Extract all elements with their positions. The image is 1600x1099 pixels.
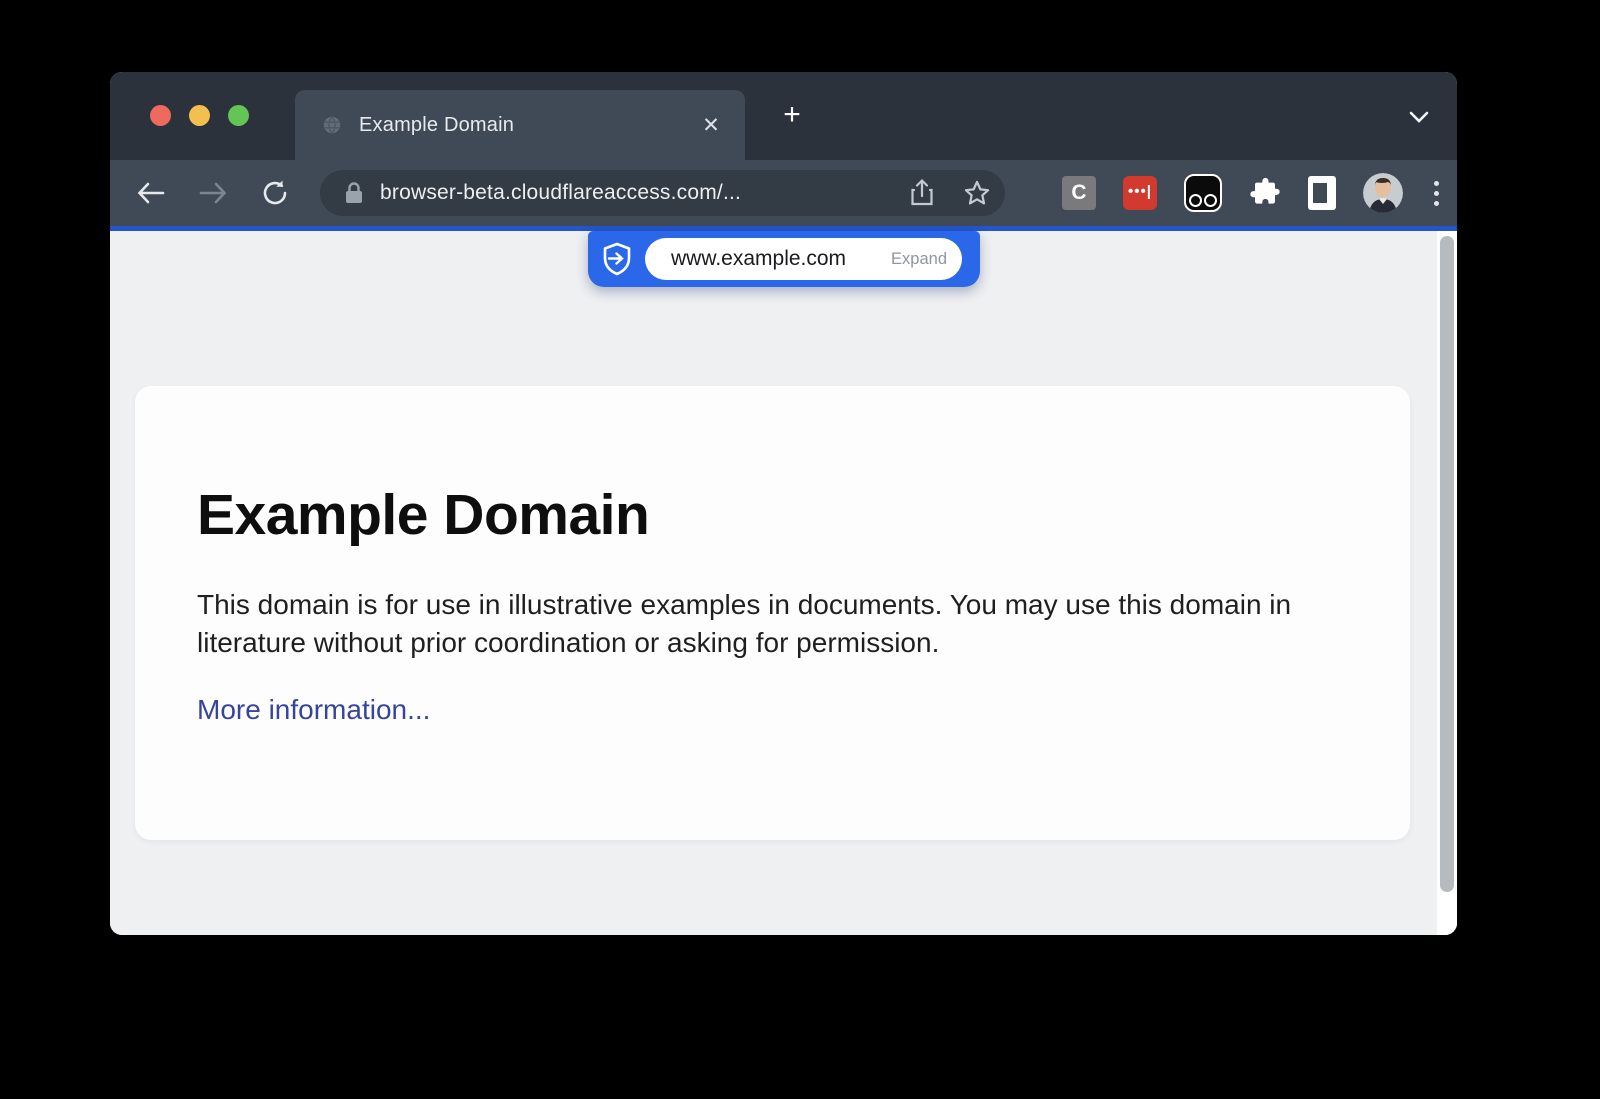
- zoom-window-button[interactable]: [228, 105, 249, 126]
- extensions-puzzle-icon[interactable]: [1249, 177, 1281, 209]
- close-window-button[interactable]: [150, 105, 171, 126]
- back-button[interactable]: [130, 172, 172, 214]
- globe-favicon-icon: [321, 114, 343, 136]
- tab-strip: Example Domain ✕ +: [110, 72, 1457, 160]
- expand-button[interactable]: Expand: [891, 250, 947, 269]
- shield-arrow-icon: [602, 242, 632, 276]
- back-arrow-icon: [140, 184, 164, 202]
- share-icon[interactable]: [909, 178, 935, 208]
- address-bar[interactable]: browser-beta.cloudflareaccess.com/...: [320, 170, 1005, 216]
- lock-icon: [344, 181, 364, 205]
- forward-button[interactable]: [192, 172, 234, 214]
- minimize-window-button[interactable]: [189, 105, 210, 126]
- extensions-row: C •••|: [1062, 160, 1443, 226]
- window-controls: [150, 105, 249, 126]
- close-tab-icon[interactable]: ✕: [697, 111, 725, 139]
- chevron-down-icon[interactable]: [1407, 110, 1431, 126]
- forward-arrow-icon: [201, 184, 225, 202]
- c-extension-icon[interactable]: C: [1062, 176, 1096, 210]
- toolbar: browser-beta.cloudflareaccess.com/... C …: [110, 160, 1457, 226]
- isolated-hostname: www.example.com: [671, 247, 891, 271]
- profile-avatar[interactable]: [1363, 173, 1403, 213]
- page-viewport: www.example.com Expand Example Domain Th…: [110, 231, 1457, 935]
- side-panel-extension-icon[interactable]: [1308, 176, 1336, 210]
- scrollbar-track[interactable]: [1437, 231, 1457, 935]
- browser-menu-icon[interactable]: [1430, 181, 1443, 206]
- page-paragraph: This domain is for use in illustrative e…: [197, 586, 1347, 662]
- page-title: Example Domain: [197, 482, 1348, 548]
- isolation-address-widget: www.example.com Expand: [588, 231, 980, 287]
- example-domain-card: Example Domain This domain is for use in…: [135, 386, 1410, 840]
- tab-example-domain[interactable]: Example Domain ✕: [295, 90, 745, 160]
- scrollbar-thumb[interactable]: [1440, 236, 1454, 892]
- reload-icon: [261, 179, 289, 207]
- bookmark-star-icon[interactable]: [963, 179, 991, 207]
- isolation-url-pill[interactable]: www.example.com Expand: [645, 238, 962, 280]
- new-tab-button[interactable]: +: [774, 98, 810, 134]
- tab-title: Example Domain: [359, 114, 697, 137]
- reload-button[interactable]: [254, 172, 296, 214]
- two-circles-extension-icon[interactable]: [1184, 174, 1222, 212]
- lastpass-extension-icon[interactable]: •••|: [1123, 176, 1157, 210]
- browser-window: Example Domain ✕ +: [110, 72, 1457, 935]
- more-information-link[interactable]: More information...: [197, 694, 430, 726]
- url-text[interactable]: browser-beta.cloudflareaccess.com/...: [380, 181, 899, 205]
